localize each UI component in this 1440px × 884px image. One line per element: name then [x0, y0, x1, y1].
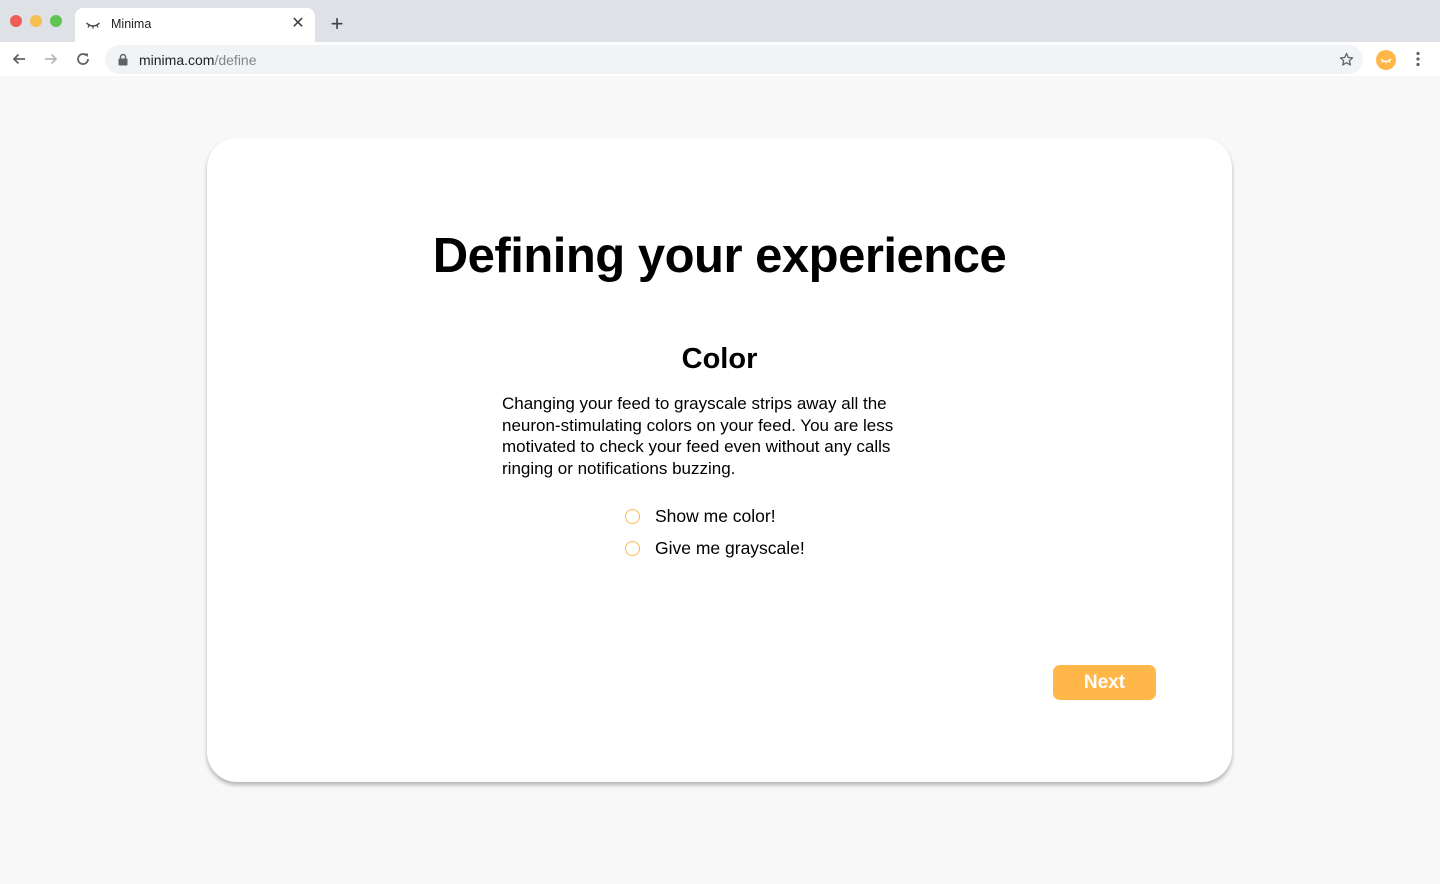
browser-tab-strip: Minima ✕ +: [0, 0, 1440, 42]
reload-icon[interactable]: [74, 50, 92, 68]
option-label: Show me color!: [655, 505, 776, 526]
radio-button[interactable]: [625, 508, 640, 524]
option-show-color[interactable]: Show me color!: [625, 504, 776, 528]
option-grayscale[interactable]: Give me grayscale!: [625, 536, 805, 560]
url-domain: minima.com: [139, 52, 215, 68]
address-bar[interactable]: minima.com/define: [105, 45, 1363, 74]
page-title: Defining your experience: [432, 229, 1007, 283]
minima-extension-icon[interactable]: [1376, 50, 1396, 70]
window-maximize-button[interactable]: [50, 15, 62, 27]
window-close-button[interactable]: [10, 15, 22, 27]
plus-icon[interactable]: +: [327, 13, 347, 35]
option-label: Give me grayscale!: [655, 537, 805, 558]
url-text: minima.com/define: [139, 52, 257, 68]
url-path: /define: [214, 52, 257, 68]
browser-toolbar: minima.com/define: [0, 42, 1440, 76]
star-icon[interactable]: [1338, 51, 1355, 68]
close-icon[interactable]: ✕: [291, 16, 305, 32]
next-button[interactable]: Next: [1053, 665, 1156, 700]
onboarding-card: Defining your experience Color Changing …: [207, 138, 1232, 782]
minima-closed-eye-icon: [86, 22, 100, 29]
browser-tab[interactable]: Minima ✕: [75, 8, 315, 42]
radio-button[interactable]: [625, 540, 640, 556]
tab-title: Minima: [111, 17, 152, 31]
lock-icon: [118, 53, 128, 66]
section-description: Changing your feed to grayscale strips a…: [502, 394, 894, 478]
closed-eye-icon: [1380, 58, 1392, 64]
arrow-back-icon[interactable]: [10, 50, 28, 68]
arrow-forward-icon[interactable]: [42, 50, 60, 68]
window-minimize-button[interactable]: [30, 15, 42, 27]
section-title: Color: [681, 343, 758, 375]
kebab-menu-icon[interactable]: [1410, 51, 1426, 67]
